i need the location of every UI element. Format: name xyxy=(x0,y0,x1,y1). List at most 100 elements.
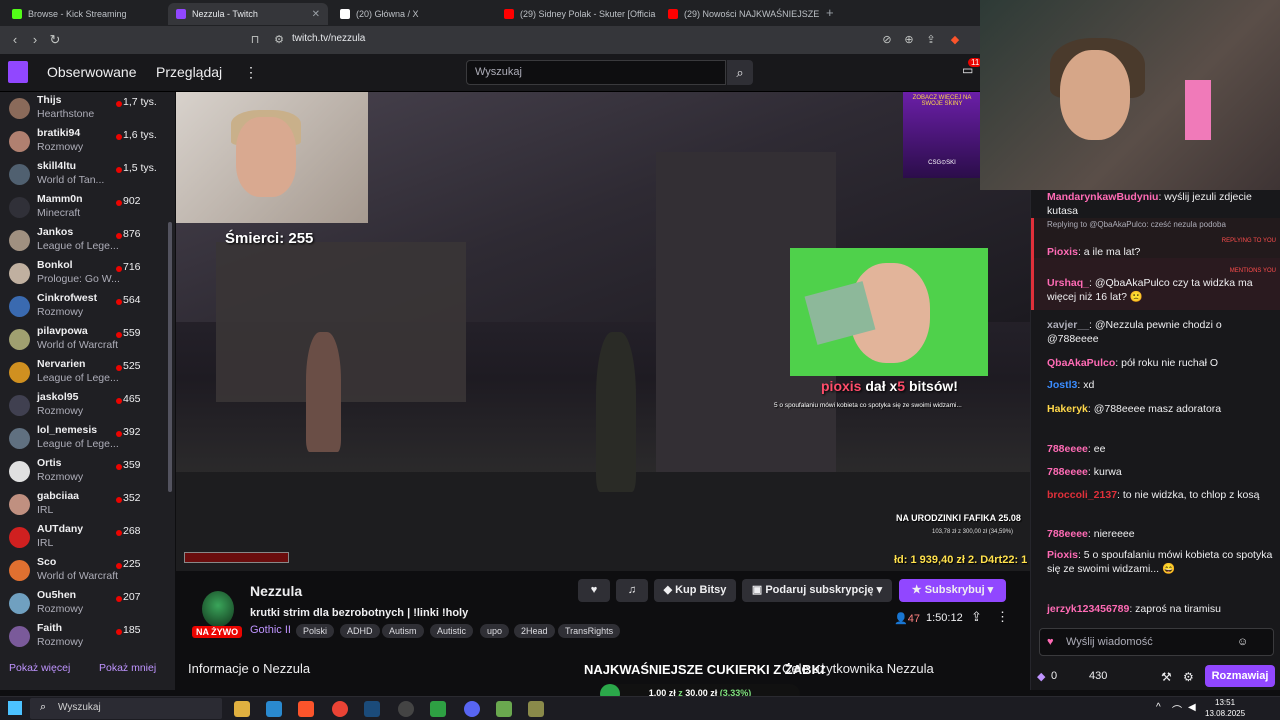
chat-username[interactable]: 788eeee xyxy=(1047,443,1088,455)
show-more-link[interactable]: Pokaż więcej xyxy=(9,662,70,674)
channel-name[interactable]: Nezzula xyxy=(250,583,302,599)
url-field[interactable]: twitch.tv/nezzula xyxy=(292,33,365,44)
taskbar-search[interactable]: Wyszukaj xyxy=(30,698,222,719)
tag[interactable]: Autism xyxy=(382,624,424,638)
chat-username[interactable]: xavjer__ xyxy=(1047,319,1089,331)
mod-tools-icon[interactable]: ⚒ xyxy=(1161,670,1172,684)
volume-icon[interactable]: ◀ xyxy=(1188,702,1196,713)
tag[interactable]: upo xyxy=(480,624,510,638)
notification-bell-icon[interactable]: ♫ xyxy=(616,579,648,602)
mute-icon[interactable]: ⊘ xyxy=(880,33,894,47)
channel-avatar xyxy=(9,263,30,284)
more-options-icon[interactable]: ⋮ xyxy=(996,609,1009,625)
follow-heart-icon[interactable]: ♥ xyxy=(578,579,610,602)
game-link[interactable]: Gothic II xyxy=(250,624,291,636)
sidebar-scrollbar[interactable] xyxy=(168,222,172,492)
app-icon[interactable] xyxy=(496,701,512,717)
channel-avatar[interactable] xyxy=(202,591,234,627)
sidebar-channel[interactable]: bratiki94 Rozmowy 1,6 tys. xyxy=(0,125,170,158)
chat-username[interactable]: 788eeee xyxy=(1047,466,1088,478)
tab-twitch[interactable]: Nezzula - Twitch ✕ xyxy=(168,3,328,25)
sidebar-channel[interactable]: AUTdany IRL 268 xyxy=(0,521,170,554)
sidebar-channel[interactable]: lol_nemesis League of Lege... 392 xyxy=(0,422,170,455)
chat-username[interactable]: Pioxis xyxy=(1047,549,1078,561)
bookmark-icon[interactable]: ⊓ xyxy=(248,33,262,47)
chat-username[interactable]: Replying to @QbaAkaPulco: cześć nezula p… xyxy=(1047,220,1226,229)
sidebar-channel[interactable]: skill4ltu World of Tan... 1,5 tys. xyxy=(0,158,170,191)
file-explorer-icon[interactable] xyxy=(234,701,250,717)
windows-start-icon[interactable] xyxy=(8,701,22,715)
chat-badge-icon[interactable]: ♥ xyxy=(1047,636,1054,648)
gift-sub-button[interactable]: ▣ Podaruj subskrypcję ▾ xyxy=(742,579,892,602)
forward-icon[interactable]: › xyxy=(26,31,44,49)
chat-username[interactable]: Pioxis xyxy=(1047,246,1078,258)
share-icon[interactable]: ⇪ xyxy=(971,609,982,625)
sidebar-channel[interactable]: pilavpowa World of Warcraft 559 xyxy=(0,323,170,356)
more-menu-icon[interactable]: ⋮ xyxy=(244,64,258,81)
close-tab-icon[interactable]: ✕ xyxy=(312,9,320,20)
sidebar-channel[interactable]: Faith Rozmowy 185 xyxy=(0,620,170,653)
edge-icon[interactable] xyxy=(266,701,282,717)
tray-chevron-icon[interactable]: ^ xyxy=(1156,702,1161,713)
chat-username[interactable]: jerzyk123456789 xyxy=(1047,603,1129,615)
sidebar-channel[interactable]: Jankos League of Lege... 876 xyxy=(0,224,170,257)
show-less-link[interactable]: Pokaż mniej xyxy=(99,662,156,674)
sidebar-channel[interactable]: Sco World of Warcraft 225 xyxy=(0,554,170,587)
brave-shield-icon[interactable]: ◆ xyxy=(948,33,962,47)
sidebar-channel[interactable]: Nervarien League of Lege... 525 xyxy=(0,356,170,389)
sidebar-channel[interactable]: Ortis Rozmowy 359 xyxy=(0,455,170,488)
chat-username[interactable]: broccoli_2137 xyxy=(1047,489,1117,501)
sidebar-channel[interactable]: Bonkol Prologue: Go W... 716 xyxy=(0,257,170,290)
search-icon[interactable]: ⌕ xyxy=(727,60,753,85)
sidebar-channel[interactable]: gabciiaa IRL 352 xyxy=(0,488,170,521)
zoom-icon[interactable]: ⊕ xyxy=(902,33,916,47)
tag[interactable]: TransRights xyxy=(558,624,621,638)
tag[interactable]: ADHD xyxy=(340,624,380,638)
video-player[interactable]: Śmierci: 255 ZOBACZ WIĘCEJ NA SWOJE SKIN… xyxy=(176,92,1030,571)
tab-x[interactable]: (20) Główna / X xyxy=(332,3,492,25)
tag[interactable]: Polski xyxy=(296,624,335,638)
bits-icon[interactable]: ◆ xyxy=(1037,670,1045,683)
reload-icon[interactable]: ↻ xyxy=(46,31,64,49)
chat-username[interactable]: 788eeee xyxy=(1047,528,1088,540)
back-icon[interactable]: ‹ xyxy=(6,31,24,49)
chat-username[interactable]: Hakeryk xyxy=(1047,403,1088,415)
sidebar-channel[interactable]: Cinkrofwest Rozmowy 564 xyxy=(0,290,170,323)
tab-youtube-1[interactable]: (29) Sidney Polak - Skuter [Official M xyxy=(496,3,656,25)
network-icon[interactable]: ⌒ xyxy=(1172,702,1182,717)
bits-balance[interactable]: 430 xyxy=(1089,670,1107,682)
twitch-logo-icon[interactable] xyxy=(8,61,28,83)
live-dot-icon xyxy=(116,233,122,239)
new-tab-icon[interactable]: + xyxy=(826,5,834,20)
discord-icon[interactable] xyxy=(464,701,480,717)
obs-icon[interactable] xyxy=(398,701,414,717)
sidebar-channel[interactable]: jaskol95 Rozmowy 465 xyxy=(0,389,170,422)
chat-username[interactable]: MandarynkawBudyniu xyxy=(1047,191,1158,203)
chat-username[interactable]: Jostl3 xyxy=(1047,379,1077,391)
chat-send-button[interactable]: Rozmawiaj xyxy=(1205,665,1275,687)
share-icon[interactable]: ⇪ xyxy=(924,33,938,47)
nav-following[interactable]: Obserwowane xyxy=(47,64,137,80)
steam-icon[interactable] xyxy=(364,701,380,717)
sidebar-channel[interactable]: Ou5hen Rozmowy 207 xyxy=(0,587,170,620)
tab-kick[interactable]: Browse - Kick Streaming xyxy=(4,3,164,25)
brave-icon[interactable] xyxy=(298,701,314,717)
sidebar-channel[interactable]: Thijs Hearthstone 1,7 tys. xyxy=(0,92,170,125)
site-info-icon[interactable]: ⚙ xyxy=(272,33,286,47)
tag[interactable]: Autistic xyxy=(430,624,474,638)
sidebar-channel[interactable]: Mamm0n Minecraft 902 xyxy=(0,191,170,224)
nav-browse[interactable]: Przeglądaj xyxy=(156,64,222,80)
emote-picker-icon[interactable]: ☺ xyxy=(1237,636,1248,648)
chat-username[interactable]: Urshaq_ xyxy=(1047,277,1089,289)
tab-youtube-2[interactable]: (29) Nowości NAJKWAŚNIEJSZE NA xyxy=(660,3,820,25)
subscribe-button[interactable]: ★ Subskrybuj ▾ xyxy=(899,579,1006,602)
player-icon[interactable] xyxy=(430,701,446,717)
chat-settings-icon[interactable]: ⚙ xyxy=(1183,670,1194,684)
search-input[interactable]: Wyszukaj xyxy=(466,60,726,85)
channel-points[interactable]: 0 xyxy=(1051,670,1057,682)
chat-username[interactable]: QbaAkaPulco xyxy=(1047,357,1115,369)
chrome-icon[interactable] xyxy=(332,701,348,717)
tag[interactable]: 2Head xyxy=(514,624,555,638)
game-icon[interactable] xyxy=(528,701,544,717)
buy-bits-button[interactable]: ◆ Kup Bitsy xyxy=(654,579,736,602)
